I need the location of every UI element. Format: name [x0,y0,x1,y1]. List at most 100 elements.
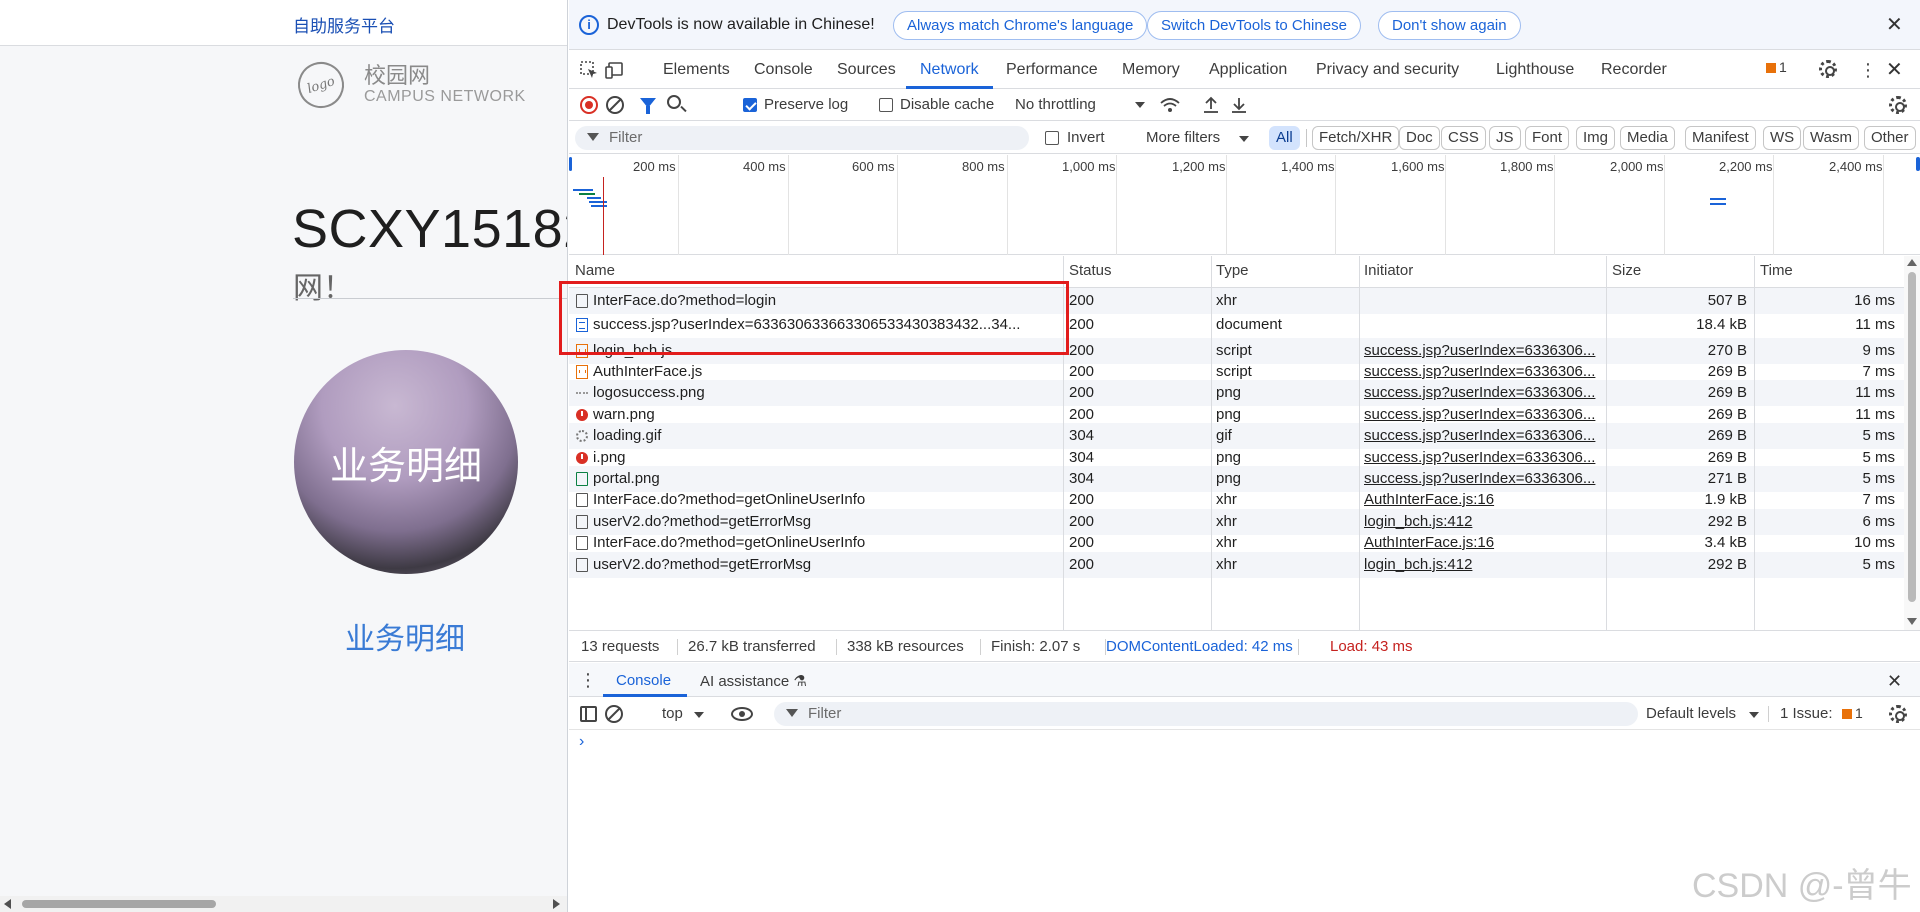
cell-initiator[interactable]: success.jsp?userIndex=6336306... [1364,342,1599,359]
console-sidebar-icon[interactable] [580,706,597,722]
context-chevron-icon[interactable] [694,712,704,718]
console-issues-badge[interactable]: 1 [1842,705,1863,721]
drawer-tab-ai-assistance[interactable]: AI assistance ⚗ [700,672,807,690]
tab-privacy-security[interactable]: Privacy and security [1316,61,1459,79]
console-prompt-icon[interactable]: › [579,733,584,751]
more-options-icon[interactable]: ⋮ [1859,61,1877,79]
type-chip-fetch-xhr[interactable]: Fetch/XHR [1312,126,1400,150]
infobar-close-icon[interactable]: ✕ [1886,15,1903,35]
type-chip-js[interactable]: JS [1489,126,1521,150]
col-header-name[interactable]: Name [575,262,615,279]
switch-chinese-button[interactable]: Switch DevTools to Chinese [1147,11,1361,40]
tab-network[interactable]: Network [920,61,979,79]
tab-lighthouse[interactable]: Lighthouse [1496,61,1574,79]
export-har-icon[interactable] [1230,95,1248,115]
log-levels-chevron-icon[interactable] [1749,712,1759,718]
dont-show-again-button[interactable]: Don't show again [1378,11,1521,40]
type-chip-all[interactable]: All [1269,126,1300,150]
more-filters-chevron-icon[interactable] [1239,136,1249,142]
type-chip-doc[interactable]: Doc [1399,126,1440,150]
business-details-link[interactable]: 业务明细 [345,614,465,658]
console-filter-input[interactable]: Filter [774,702,1638,726]
tab-sources[interactable]: Sources [837,61,896,79]
cell-size: 3.4 kB [1704,534,1747,551]
screen: 自助服务平台 logo 校园网 CAMPUS NETWORK SCXY15182… [0,0,1920,912]
import-har-icon[interactable] [1202,95,1220,115]
horizontal-scrollbar[interactable] [0,896,567,912]
type-chip-ws[interactable]: WS [1763,126,1802,150]
settings-gear-icon[interactable] [1819,60,1837,78]
tab-memory[interactable]: Memory [1122,61,1180,79]
cell-initiator[interactable]: success.jsp?userIndex=6336306... [1364,363,1599,380]
clear-icon[interactable] [606,96,624,114]
network-filter-input[interactable]: Filter [575,126,1029,150]
scroll-thumb[interactable] [22,900,216,908]
drawer-menu-icon[interactable]: ⋮ [579,671,597,689]
cell-initiator[interactable]: success.jsp?userIndex=6336306... [1364,384,1599,401]
scroll-up-icon[interactable] [1907,259,1917,266]
scroll-thumb[interactable] [1908,272,1916,602]
match-language-button[interactable]: Always match Chrome's language [893,11,1148,40]
overview-right-handle[interactable] [1916,157,1920,171]
request-table-scrollbar[interactable] [1904,256,1920,630]
console-settings-icon[interactable] [1889,705,1907,723]
col-header-type[interactable]: Type [1216,262,1249,279]
cell-initiator[interactable]: login_bch.js:412 [1364,556,1599,573]
context-selector[interactable]: top [662,705,683,722]
table-row[interactable]: userV2.do?method=getErrorMsg 200 xhr login_… [569,552,1904,578]
col-header-time[interactable]: Time [1760,262,1793,279]
filter-toggle-icon[interactable] [640,98,656,114]
cell-status: 200 [1069,406,1095,423]
search-icon[interactable] [667,95,681,109]
cell-initiator[interactable]: success.jsp?userIndex=6336306... [1364,427,1599,444]
devtools-close-icon[interactable]: ✕ [1886,60,1903,80]
network-settings-icon[interactable] [1889,96,1907,114]
drawer-tab-console[interactable]: Console [616,672,671,689]
live-expression-eye-icon[interactable] [731,707,753,721]
cell-initiator[interactable]: AuthInterFace.js:16 [1364,491,1599,508]
type-chip-wasm[interactable]: Wasm [1803,126,1859,150]
issues-badge[interactable]: 1 [1766,59,1787,75]
overview-left-handle[interactable] [569,157,572,171]
cell-initiator[interactable]: login_bch.js:412 [1364,513,1599,530]
scroll-left-icon[interactable] [4,899,11,909]
cell-initiator[interactable]: AuthInterFace.js:16 [1364,534,1599,551]
more-filters-dropdown[interactable]: More filters [1146,129,1220,146]
network-overview-timeline[interactable]: 200 ms 400 ms 600 ms 800 ms 1,000 ms 1,2… [569,155,1920,255]
tab-recorder[interactable]: Recorder [1601,61,1667,79]
drawer-close-icon[interactable]: ✕ [1887,672,1902,690]
cell-initiator[interactable]: success.jsp?userIndex=6336306... [1364,406,1599,423]
throttling-chevron-icon[interactable] [1135,102,1145,108]
log-levels-dropdown[interactable]: Default levels [1646,705,1736,722]
type-chip-manifest[interactable]: Manifest [1685,126,1756,150]
overview-gridline [1007,155,1008,255]
throttling-select[interactable]: No throttling [1015,96,1096,113]
type-chip-media[interactable]: Media [1620,126,1675,150]
record-stop-icon[interactable] [580,96,598,114]
cell-initiator[interactable]: success.jsp?userIndex=6336306... [1364,449,1599,466]
col-header-size[interactable]: Size [1612,262,1641,279]
cell-initiator[interactable]: success.jsp?userIndex=6336306... [1364,470,1599,487]
tab-elements[interactable]: Elements [663,61,730,79]
type-chip-other[interactable]: Other [1864,126,1916,150]
self-service-link[interactable]: 自助服务平台 [293,12,395,37]
disable-cache-checkbox[interactable] [879,98,893,112]
type-chip-css[interactable]: CSS [1441,126,1486,150]
business-details-circle[interactable]: 业务明细 [294,350,518,574]
console-issues-label[interactable]: 1 Issue: [1780,705,1833,722]
scroll-down-icon[interactable] [1907,618,1917,625]
device-toolbar-icon[interactable] [605,60,625,80]
preserve-log-checkbox[interactable] [743,98,757,112]
inspect-element-icon[interactable] [579,60,599,80]
tab-performance[interactable]: Performance [1006,61,1098,79]
scroll-right-icon[interactable] [553,899,560,909]
col-header-status[interactable]: Status [1069,262,1112,279]
console-clear-icon[interactable] [605,705,623,723]
type-chip-img[interactable]: Img [1576,126,1616,150]
tab-console[interactable]: Console [754,61,813,79]
tab-application[interactable]: Application [1209,61,1287,79]
invert-checkbox[interactable] [1045,131,1059,145]
network-conditions-icon[interactable] [1159,95,1181,115]
type-chip-font[interactable]: Font [1525,126,1570,150]
col-header-initiator[interactable]: Initiator [1364,262,1413,279]
